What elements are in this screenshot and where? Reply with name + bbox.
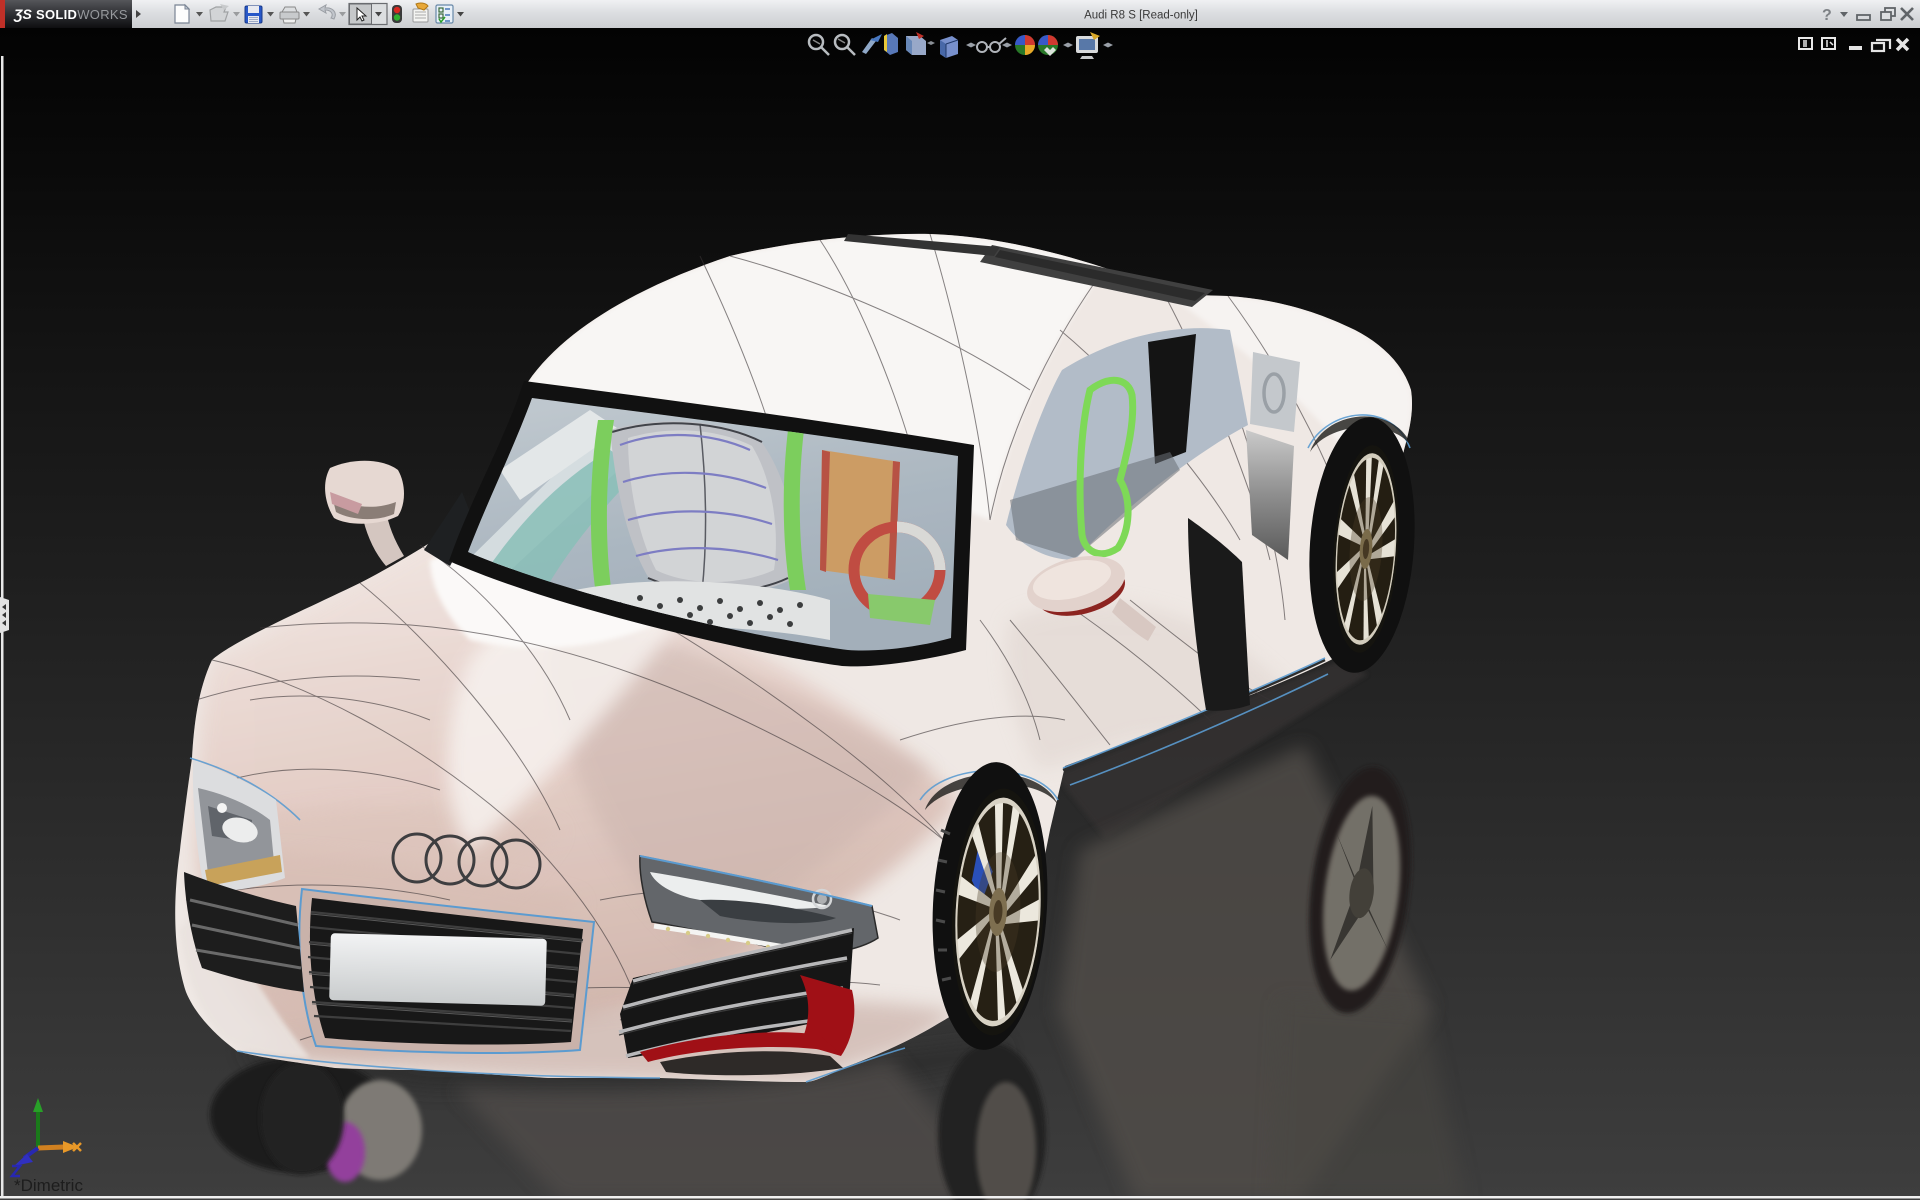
svg-text:Audi R8 S [Read-only]: Audi R8 S [Read-only] bbox=[1084, 10, 1198, 22]
svg-text:*Dimetric: *Dimetric bbox=[14, 1176, 83, 1195]
svg-text:?: ? bbox=[1822, 7, 1832, 24]
svg-text:ƷS: ƷS bbox=[13, 6, 33, 22]
svg-text:SOLIDWORKS: SOLIDWORKS bbox=[36, 7, 128, 22]
